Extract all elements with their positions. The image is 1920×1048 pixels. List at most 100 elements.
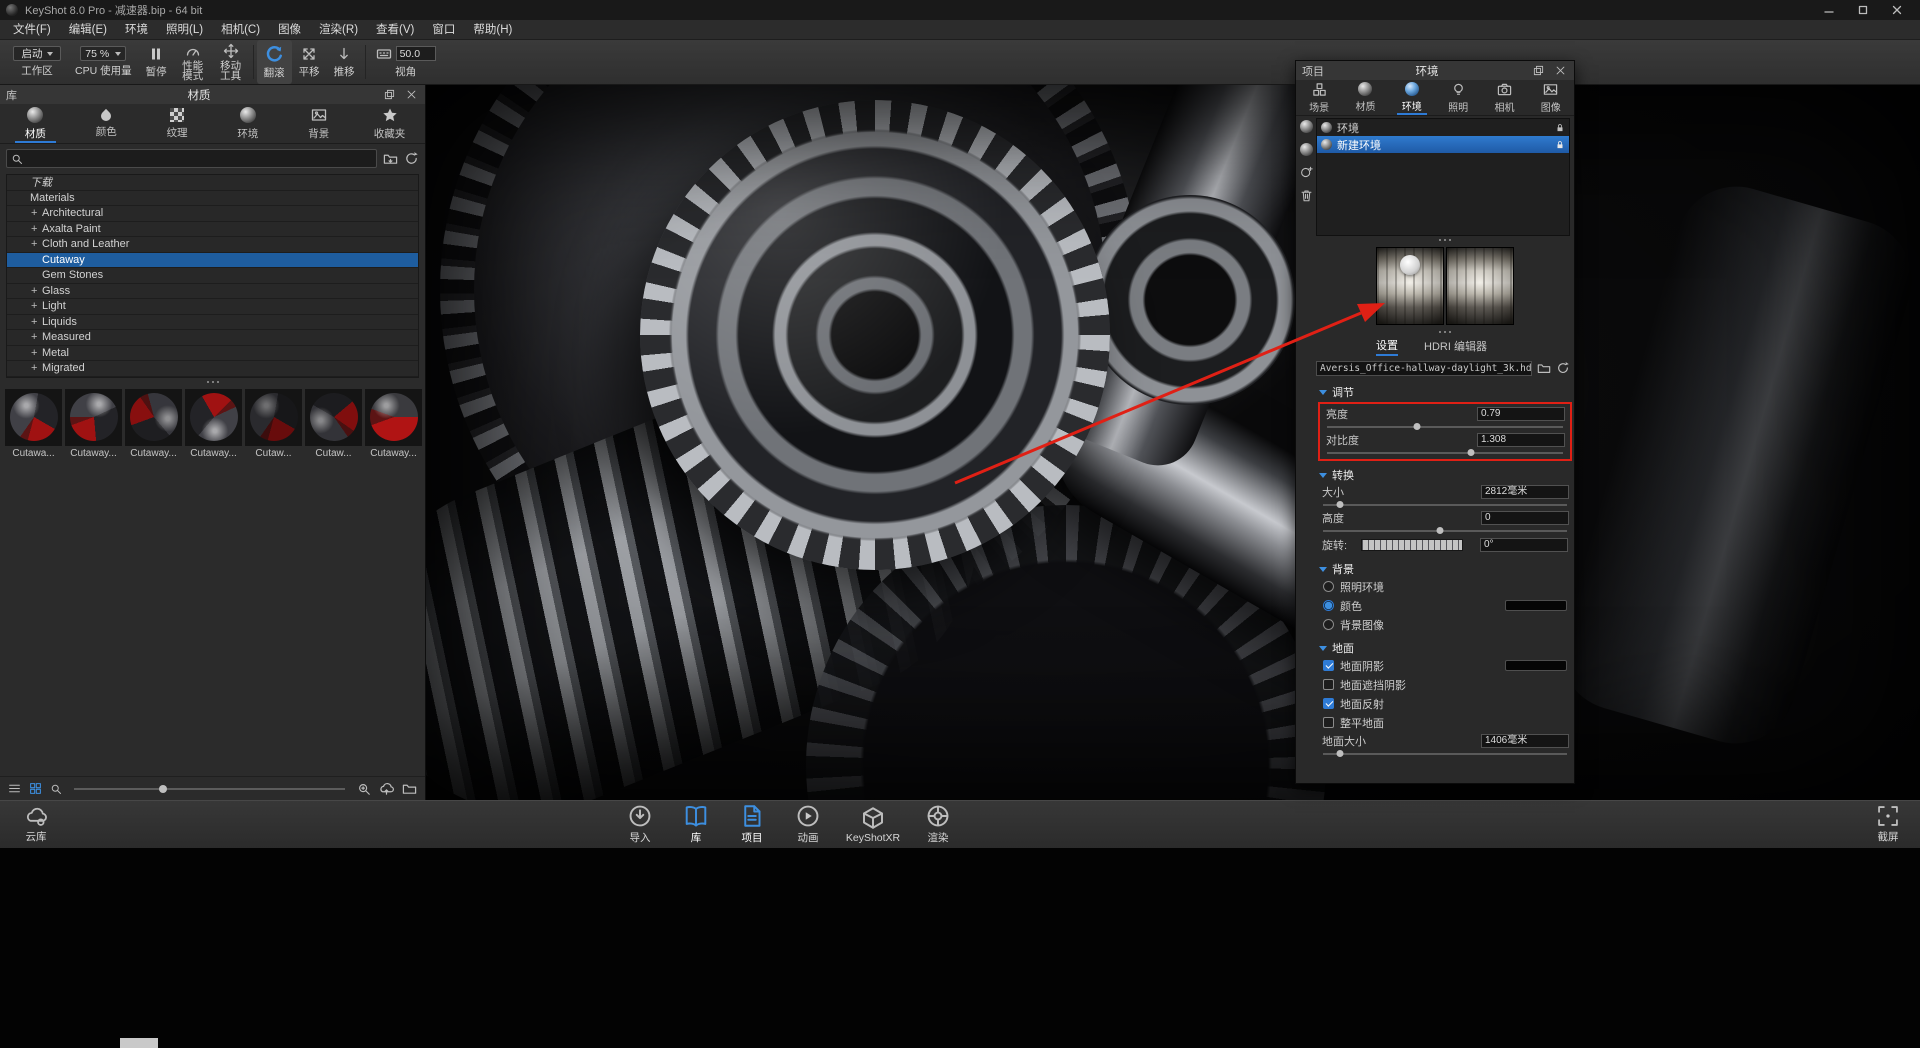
ground-size-slider[interactable]: [1323, 749, 1567, 758]
tree-item-light[interactable]: +Light: [7, 299, 418, 315]
hdri-file-name[interactable]: Aversis_Office-hallway-daylight_3k.hdz: [1316, 361, 1532, 376]
thumbnail-size-slider[interactable]: [74, 788, 345, 790]
pause-button[interactable]: 暂停: [139, 40, 174, 84]
tab-lighting[interactable]: 照明: [1435, 80, 1481, 115]
tree-item-axalta-paint[interactable]: +Axalta Paint: [7, 222, 418, 238]
dolly-tool-button[interactable]: 推移: [327, 40, 362, 84]
fov-input[interactable]: 50.0: [396, 46, 436, 61]
environment-globe-icon[interactable]: [1300, 143, 1313, 156]
zoom-in-icon[interactable]: [357, 782, 371, 796]
keyshotxr-button[interactable]: KeyShotXR: [842, 801, 904, 848]
menu-view[interactable]: 查看(V): [367, 20, 423, 40]
lock-icon[interactable]: [1555, 140, 1565, 150]
section-adjust[interactable]: 调节: [1316, 384, 1574, 400]
tab-image[interactable]: 图像: [1528, 80, 1574, 115]
library-tab-colors[interactable]: 颜色: [71, 104, 142, 143]
realtime-viewport[interactable]: [426, 85, 1920, 800]
ground-occlusion-option[interactable]: 地面遮挡阴影: [1316, 675, 1574, 694]
environment-list-item[interactable]: 环境: [1317, 119, 1569, 136]
material-thumbnail[interactable]: Cutaway...: [65, 389, 122, 459]
lock-icon[interactable]: [1555, 123, 1565, 133]
menu-window[interactable]: 窗口: [423, 20, 464, 40]
render-button[interactable]: 渲染: [916, 801, 960, 848]
tree-item-liquids[interactable]: +Liquids: [7, 315, 418, 331]
cloud-library-button[interactable]: 云库: [14, 801, 58, 848]
environment-list-item-selected[interactable]: 新建环境: [1317, 136, 1569, 153]
close-panel-button[interactable]: [1552, 65, 1568, 76]
menu-render[interactable]: 渲染(R): [310, 20, 367, 40]
section-background[interactable]: 背景: [1316, 561, 1574, 577]
search-box[interactable]: [6, 149, 377, 168]
background-option-color[interactable]: 颜色: [1316, 596, 1574, 615]
library-tab-environments[interactable]: 环境: [212, 104, 283, 143]
workspace-start-button[interactable]: 启动: [13, 46, 61, 61]
background-option-lighting[interactable]: 照明环境: [1316, 577, 1574, 596]
move-tool-button[interactable]: 移动工具: [212, 40, 250, 84]
project-toggle-button[interactable]: 项目: [730, 801, 774, 848]
hdri-preview-selected[interactable]: [1376, 247, 1444, 325]
ground-shadows-option[interactable]: 地面阴影: [1316, 656, 1574, 675]
material-thumbnail[interactable]: Cutaway...: [185, 389, 242, 459]
upload-cloud-icon[interactable]: [379, 781, 394, 796]
subtab-settings[interactable]: 设置: [1376, 337, 1398, 356]
tree-item-migrated[interactable]: +Migrated: [7, 361, 418, 377]
size-input[interactable]: 2812毫米: [1481, 485, 1569, 499]
checkbox-unchecked[interactable]: [1323, 717, 1334, 728]
height-slider[interactable]: [1323, 526, 1567, 535]
library-search-input[interactable]: [27, 153, 372, 165]
menu-help[interactable]: 帮助(H): [464, 20, 521, 40]
background-option-image[interactable]: 背景图像: [1316, 615, 1574, 634]
menu-edit[interactable]: 编辑(E): [60, 20, 116, 40]
library-tab-backplates[interactable]: 背景: [283, 104, 354, 143]
cpu-usage-select[interactable]: 75 %: [80, 46, 126, 61]
section-ground[interactable]: 地面: [1316, 640, 1574, 656]
subtab-hdri-editor[interactable]: HDRI 编辑器: [1424, 338, 1487, 354]
menu-file[interactable]: 文件(F): [4, 20, 60, 40]
tree-item-measured[interactable]: +Measured: [7, 330, 418, 346]
ground-shadow-color-swatch[interactable]: [1505, 660, 1567, 671]
rotation-input[interactable]: 0°: [1480, 538, 1568, 552]
library-tab-materials[interactable]: 材质: [0, 104, 71, 143]
environment-library-icon[interactable]: [1300, 120, 1313, 133]
brightness-slider[interactable]: [1327, 422, 1563, 431]
tree-item-glass[interactable]: +Glass: [7, 284, 418, 300]
slider-handle[interactable]: [159, 785, 167, 793]
slider-handle[interactable]: [1337, 501, 1344, 508]
pan-tool-button[interactable]: 平移: [292, 40, 327, 84]
checkbox-unchecked[interactable]: [1323, 679, 1334, 690]
size-slider[interactable]: [1323, 500, 1567, 509]
tumble-tool-button[interactable]: 翻滚: [257, 40, 292, 84]
contrast-slider[interactable]: [1327, 448, 1563, 457]
screenshot-button[interactable]: 截屏: [1866, 801, 1910, 848]
grid-view-icon[interactable]: [29, 782, 42, 795]
performance-mode-button[interactable]: 性能模式: [174, 40, 212, 84]
tree-item-cutaway[interactable]: Cutaway: [7, 253, 418, 269]
menu-environment[interactable]: 环境: [116, 20, 157, 40]
list-view-icon[interactable]: [8, 782, 21, 795]
slider-handle[interactable]: [1337, 750, 1344, 757]
ground-reflections-option[interactable]: 地面反射: [1316, 694, 1574, 713]
refresh-library-icon[interactable]: [404, 151, 419, 166]
tab-camera[interactable]: 相机: [1481, 80, 1527, 115]
radio-button[interactable]: [1323, 581, 1334, 592]
material-thumbnail[interactable]: Cutawa...: [5, 389, 62, 459]
open-folder-icon[interactable]: [1537, 361, 1551, 375]
tab-material[interactable]: 材质: [1342, 80, 1388, 115]
tab-environment[interactable]: 环境: [1389, 80, 1435, 115]
radio-button[interactable]: [1323, 619, 1334, 630]
folder-icon[interactable]: [402, 781, 417, 796]
ground-size-input[interactable]: 1406毫米: [1481, 734, 1569, 748]
material-thumbnail[interactable]: Cutaw...: [305, 389, 362, 459]
tree-item-gem-stones[interactable]: Gem Stones: [7, 268, 418, 284]
tree-item-materials[interactable]: Materials: [7, 191, 418, 207]
import-button[interactable]: 导入: [618, 801, 662, 848]
delete-environment-icon[interactable]: [1300, 189, 1313, 202]
brightness-input[interactable]: 0.79: [1477, 407, 1565, 421]
tab-scene[interactable]: 场景: [1296, 80, 1342, 115]
minimize-button[interactable]: [1812, 0, 1846, 20]
library-tab-textures[interactable]: 纹理: [142, 104, 213, 143]
checkbox-checked[interactable]: [1323, 660, 1334, 671]
height-input[interactable]: 0: [1481, 511, 1569, 525]
menu-camera[interactable]: 相机(C): [212, 20, 269, 40]
section-transform[interactable]: 转换: [1316, 467, 1574, 483]
